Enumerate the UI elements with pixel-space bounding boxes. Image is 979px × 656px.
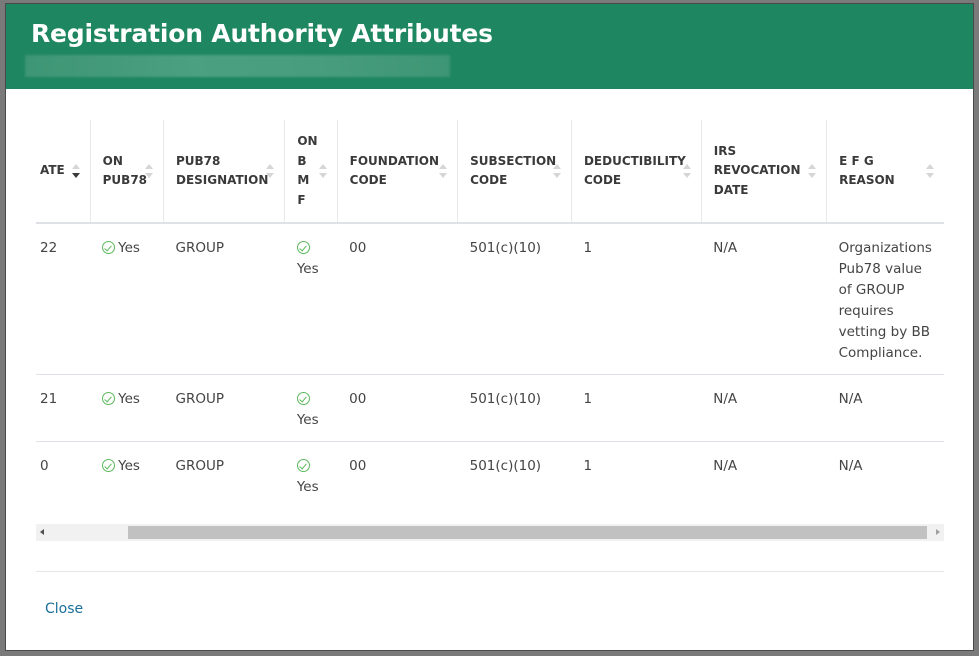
cell-pub78-designation: GROUP bbox=[163, 374, 285, 442]
cell-efg-reason: Organizations Pub78 value of GROUP requi… bbox=[826, 223, 944, 375]
sort-icon bbox=[682, 164, 691, 178]
sort-icon bbox=[552, 164, 561, 178]
cell-deductibility-code: 1 bbox=[571, 223, 702, 375]
cell-date: 0 bbox=[40, 458, 49, 474]
attributes-table: ATE ON PUB78 PUB78 DESIGNATION ON B M F FOUND bbox=[36, 120, 944, 509]
column-header-efg-reason[interactable]: E F G REASON bbox=[826, 120, 944, 224]
sort-icon bbox=[439, 164, 448, 178]
cell-irs-revocation-date: N/A bbox=[701, 223, 827, 375]
column-header-subsection-code[interactable]: SUBSECTION CODE bbox=[457, 120, 572, 224]
cell-pub78-designation: GROUP bbox=[163, 223, 285, 375]
column-header-irs-revocation-date[interactable]: IRS REVOCATION DATE bbox=[700, 120, 827, 224]
cell-on-bmf: Yes bbox=[285, 442, 337, 509]
table-header-row: ATE ON PUB78 PUB78 DESIGNATION ON B M F FOUND bbox=[36, 120, 944, 224]
cell-on-bmf: Yes bbox=[284, 223, 338, 375]
cell-irs-revocation-date: N/A bbox=[701, 374, 827, 442]
footer-divider bbox=[36, 571, 944, 572]
sort-icon bbox=[808, 164, 817, 178]
sort-icon bbox=[266, 164, 275, 178]
cell-efg-reason: N/A bbox=[838, 458, 863, 474]
cell-foundation-code: 00 bbox=[349, 458, 367, 474]
registration-authority-modal: Registration Authority Attributes ATE ON… bbox=[6, 4, 973, 650]
cell-efg-reason: N/A bbox=[826, 374, 944, 442]
sort-icon bbox=[144, 164, 153, 178]
cell-subsection-code: 501(c)(10) bbox=[469, 458, 542, 474]
column-header-foundation-code[interactable]: FOUNDATION CODE bbox=[336, 120, 458, 224]
cell-subsection-code: 501(c)(10) bbox=[457, 223, 572, 375]
table-row: 22 Yes GROUP Yes 00 501(c)(10) 1 N/A Org… bbox=[36, 223, 944, 375]
cell-on-pub78: Yes bbox=[90, 223, 164, 375]
close-button[interactable]: Close bbox=[45, 601, 83, 617]
cell-deductibility-code: 1 bbox=[583, 458, 593, 474]
scrollbar-thumb[interactable] bbox=[128, 526, 927, 539]
column-header-pub78-designation[interactable]: PUB78 DESIGNATION bbox=[162, 120, 285, 224]
column-header-on-bmf[interactable]: ON B M F bbox=[284, 120, 338, 224]
cell-foundation-code: 00 bbox=[337, 223, 458, 375]
cell-date: 21 bbox=[36, 374, 91, 442]
modal-header: Registration Authority Attributes bbox=[6, 4, 973, 89]
sort-icon bbox=[318, 164, 327, 178]
cell-date: 22 bbox=[36, 223, 91, 375]
cell-on-pub78: Yes bbox=[90, 374, 164, 442]
cell-subsection-code: 501(c)(10) bbox=[457, 374, 572, 442]
scroll-right-arrow-icon[interactable] bbox=[936, 529, 940, 535]
check-circle-icon bbox=[102, 459, 116, 472]
check-circle-icon bbox=[102, 241, 116, 254]
cell-deductibility-code: 1 bbox=[571, 374, 702, 442]
check-circle-icon bbox=[296, 392, 310, 405]
column-label: ATE bbox=[40, 163, 65, 178]
sort-desc-icon bbox=[71, 164, 80, 178]
column-header-on-pub78[interactable]: ON PUB78 bbox=[89, 120, 164, 224]
attributes-table-scroll[interactable]: ATE ON PUB78 PUB78 DESIGNATION ON B M F FOUND bbox=[36, 120, 944, 540]
cell-pub78-designation: GROUP bbox=[175, 458, 224, 474]
check-circle-icon bbox=[296, 459, 310, 472]
redacted-subtitle bbox=[25, 55, 450, 77]
modal-title: Registration Authority Attributes bbox=[31, 19, 493, 48]
check-circle-icon bbox=[102, 392, 116, 405]
horizontal-scrollbar[interactable] bbox=[36, 524, 944, 541]
table-row: 21 Yes GROUP Yes 00 501(c)(10) 1 N/A N/A bbox=[36, 374, 944, 442]
cell-on-bmf: Yes bbox=[284, 374, 338, 442]
cell-on-pub78: Yes bbox=[90, 442, 163, 509]
cell-foundation-code: 00 bbox=[337, 374, 458, 442]
column-header-date[interactable]: ATE bbox=[36, 120, 91, 224]
cell-irs-revocation-date: N/A bbox=[713, 458, 738, 474]
column-header-deductibility-code[interactable]: DEDUCTIBILITY CODE bbox=[570, 120, 702, 224]
sort-icon bbox=[926, 164, 934, 178]
check-circle-icon bbox=[296, 241, 310, 254]
table-row: 0 Yes GROUP Yes 00 501(c)(10) 1 N/A N/A bbox=[36, 442, 944, 509]
scroll-left-arrow-icon[interactable] bbox=[40, 529, 44, 535]
